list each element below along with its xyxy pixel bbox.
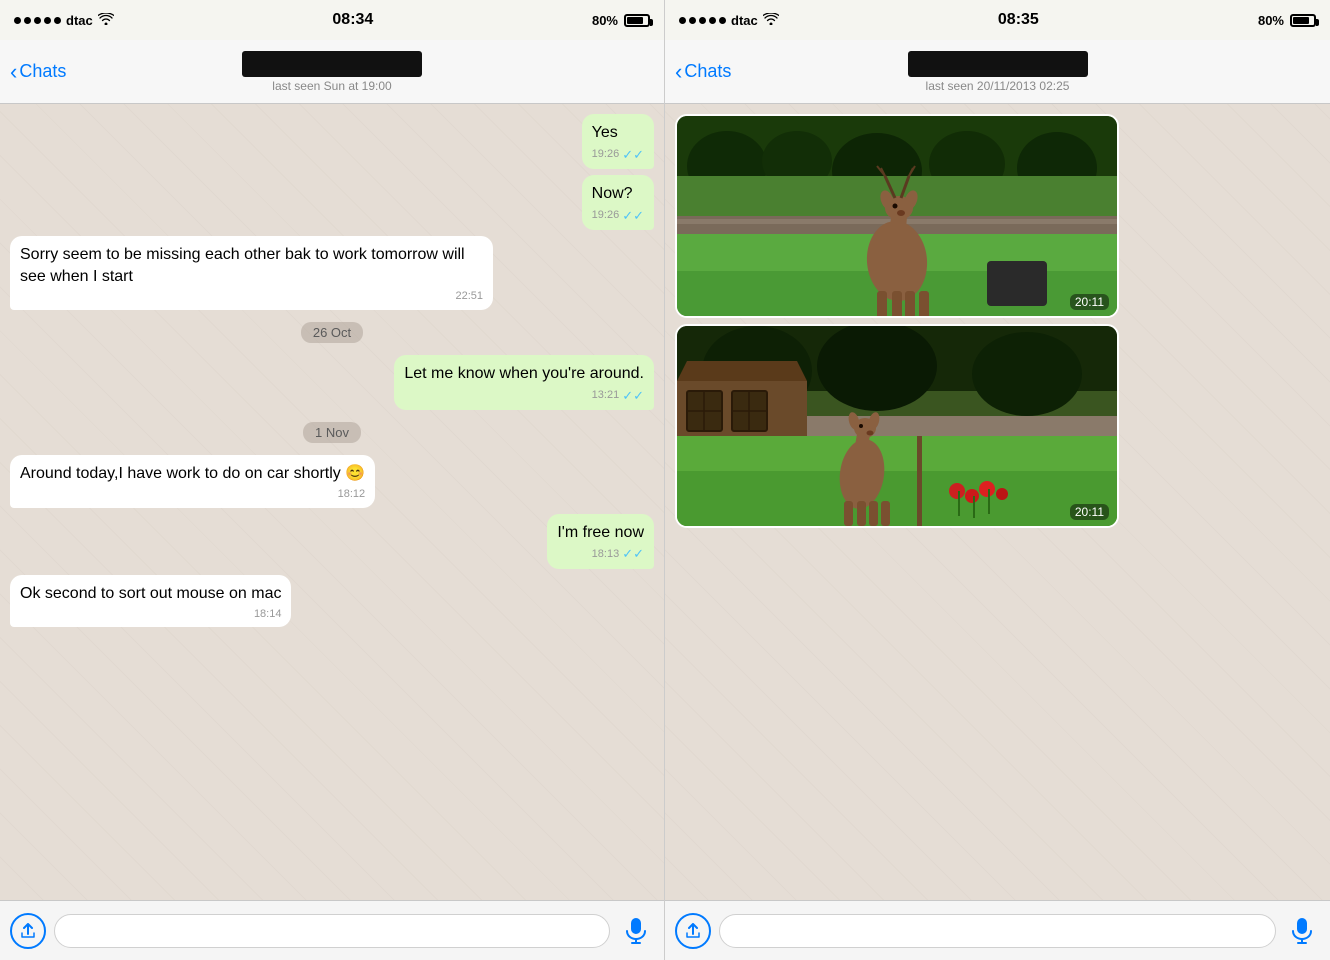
message-row-yes: Yes 19:26 ✓✓	[10, 114, 654, 169]
input-bar-right	[665, 900, 1330, 960]
left-phone-screen: dtac 08:34 80% ‹ Chats las	[0, 0, 665, 960]
back-button-right[interactable]: ‹ Chats	[675, 61, 731, 83]
battery-pct-left: 80%	[592, 13, 618, 28]
time-left: 08:34	[332, 11, 373, 29]
image-bubble-deer2[interactable]: 20:11	[675, 324, 1119, 528]
right-phone-screen: dtac 08:35 80% ‹ Chats las	[665, 0, 1330, 960]
wifi-icon-left	[98, 12, 114, 28]
ticks-yes: ✓✓	[622, 146, 644, 164]
date-badge-1nov: 1 Nov	[10, 422, 654, 443]
signal-dots-left	[14, 17, 61, 24]
bubble-now: Now? 19:26 ✓✓	[582, 175, 654, 230]
message-row-freenow: I'm free now 18:13 ✓✓	[10, 514, 654, 569]
message-row-deer1: 20:11	[675, 114, 1320, 318]
bubble-letmeknow-text: Let me know when you're around.	[404, 365, 644, 382]
time-sorry: 22:51	[455, 289, 483, 304]
img-time-overlay-2: 20:11	[1070, 504, 1109, 520]
share-button-right[interactable]	[675, 913, 711, 949]
status-left-right: dtac	[679, 12, 779, 28]
bubble-now-text: Now?	[592, 185, 633, 202]
back-arrow-right: ‹	[675, 61, 682, 83]
back-label-left: Chats	[19, 61, 66, 82]
message-input-right[interactable]	[719, 914, 1276, 948]
nav-title-right: last seen 20/11/2013 02:25	[908, 51, 1088, 93]
date-badge-26oct: 26 Oct	[10, 322, 654, 343]
nav-subtitle-right: last seen 20/11/2013 02:25	[908, 79, 1088, 93]
bubble-freenow-text: I'm free now	[557, 524, 644, 541]
message-input-left[interactable]	[54, 914, 610, 948]
bubble-around-text: Around today,I have work to do on car sh…	[20, 465, 365, 482]
message-row-now: Now? 19:26 ✓✓	[10, 175, 654, 230]
nav-bar-right: ‹ Chats last seen 20/11/2013 02:25	[665, 40, 1330, 104]
message-row-sorry: Sorry seem to be missing each other bak …	[10, 236, 654, 310]
bubble-oksecond: Ok second to sort out mouse on mac 18:14	[10, 575, 291, 627]
contact-name-bar-right	[908, 51, 1088, 77]
ticks-freenow: ✓✓	[622, 545, 644, 563]
nav-title-left: last seen Sun at 19:00	[242, 51, 422, 93]
status-left-left: dtac	[14, 12, 114, 28]
image-bubble-deer1[interactable]: 20:11	[675, 114, 1119, 318]
carrier-left: dtac	[66, 13, 93, 28]
message-row-letmeknow: Let me know when you're around. 13:21 ✓✓	[10, 355, 654, 410]
chat-area-left[interactable]: Yes 19:26 ✓✓ Now? 19:26 ✓✓ Sorry seem to…	[0, 104, 664, 900]
bubble-yes: Yes 19:26 ✓✓	[582, 114, 654, 169]
bubble-oksecond-text: Ok second to sort out mouse on mac	[20, 585, 281, 602]
bubble-around: Around today,I have work to do on car sh…	[10, 455, 375, 507]
wifi-icon-right	[763, 12, 779, 28]
bubble-yes-text: Yes	[592, 124, 618, 141]
deer-image-2	[677, 326, 1117, 526]
time-oksecond: 18:14	[254, 607, 282, 622]
time-yes: 19:26	[592, 147, 620, 162]
time-letmeknow: 13:21	[592, 388, 620, 403]
status-bar-right: dtac 08:35 80%	[665, 0, 1330, 40]
mic-button-left[interactable]	[618, 913, 654, 949]
contact-name-bar-left	[242, 51, 422, 77]
back-button-left[interactable]: ‹ Chats	[10, 61, 66, 83]
chat-area-right[interactable]: 20:11	[665, 104, 1330, 900]
bubble-sorry: Sorry seem to be missing each other bak …	[10, 236, 493, 310]
share-button-left[interactable]	[10, 913, 46, 949]
battery-bar-right	[1290, 14, 1316, 27]
message-row-around: Around today,I have work to do on car sh…	[10, 455, 654, 507]
bubble-sorry-text: Sorry seem to be missing each other bak …	[20, 246, 465, 285]
battery-bar-left	[624, 14, 650, 27]
date-badge-26oct-text: 26 Oct	[301, 322, 363, 343]
ticks-letmeknow: ✓✓	[622, 387, 644, 405]
ticks-now: ✓✓	[622, 207, 644, 225]
time-now: 19:26	[592, 208, 620, 223]
deer-image-1	[677, 116, 1117, 316]
message-row-oksecond: Ok second to sort out mouse on mac 18:14	[10, 575, 654, 627]
time-around: 18:12	[338, 487, 366, 502]
nav-bar-left: ‹ Chats last seen Sun at 19:00	[0, 40, 664, 104]
battery-pct-right: 80%	[1258, 13, 1284, 28]
mic-button-right[interactable]	[1284, 913, 1320, 949]
time-right: 08:35	[998, 11, 1039, 29]
carrier-right: dtac	[731, 13, 758, 28]
signal-dots-right	[679, 17, 726, 24]
img-time-overlay-1: 20:11	[1070, 294, 1109, 310]
message-row-deer2: 20:11	[675, 324, 1320, 528]
nav-subtitle-left: last seen Sun at 19:00	[242, 79, 422, 93]
status-right-right: 80%	[1258, 13, 1316, 28]
back-label-right: Chats	[684, 61, 731, 82]
input-bar-left	[0, 900, 664, 960]
bubble-letmeknow: Let me know when you're around. 13:21 ✓✓	[394, 355, 654, 410]
time-freenow: 18:13	[592, 547, 620, 562]
back-arrow-left: ‹	[10, 61, 17, 83]
status-right-left: 80%	[592, 13, 650, 28]
bubble-freenow: I'm free now 18:13 ✓✓	[547, 514, 654, 569]
status-bar-left: dtac 08:34 80%	[0, 0, 664, 40]
date-badge-1nov-text: 1 Nov	[303, 422, 361, 443]
